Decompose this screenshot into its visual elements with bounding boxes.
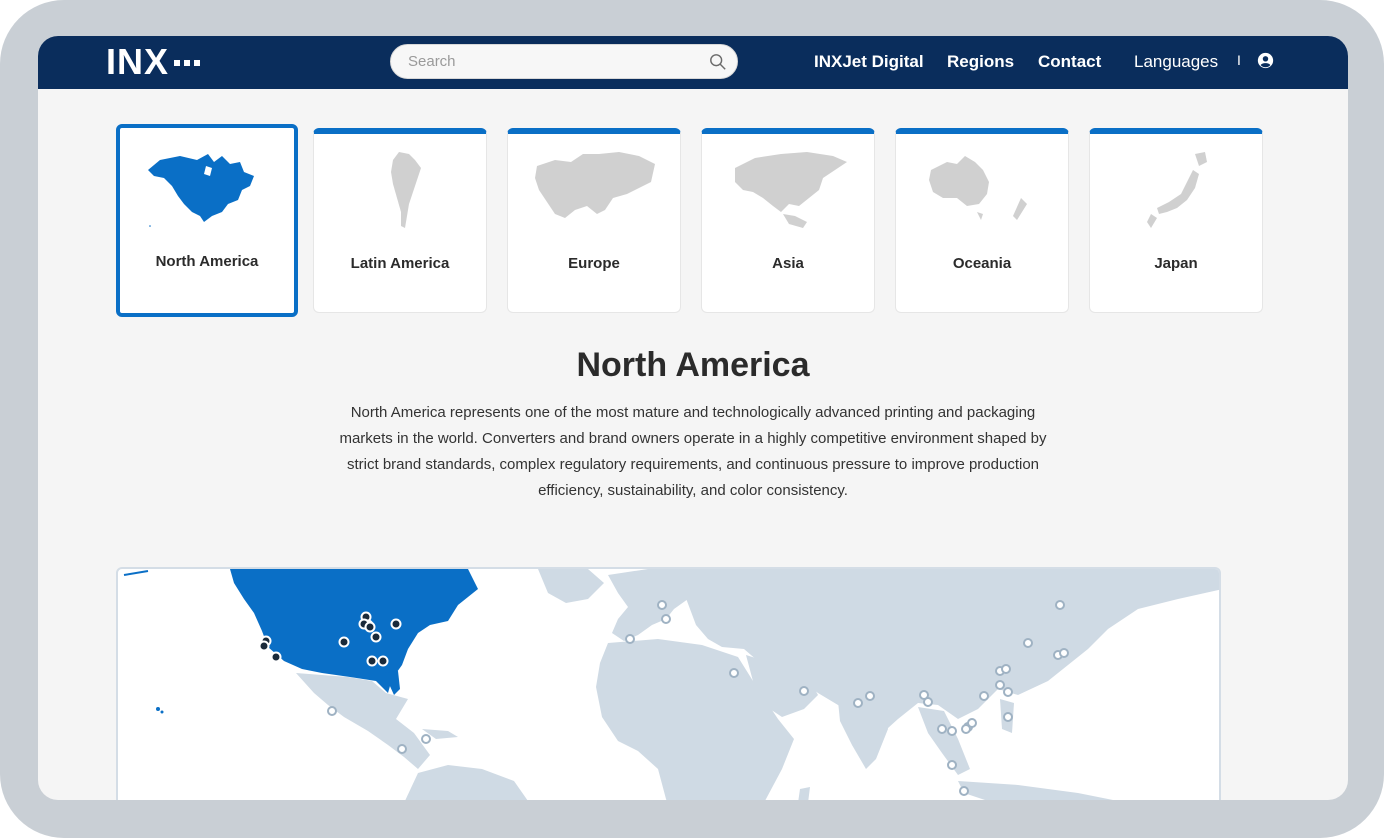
search-icon[interactable] — [709, 53, 727, 71]
north-america-map-icon — [148, 154, 254, 227]
nav-link-contact[interactable]: Contact — [1038, 52, 1101, 72]
top-navbar: INX INXJet Digital Regions Contact Langu… — [38, 36, 1348, 89]
nav-link-languages[interactable]: Languages — [1134, 52, 1218, 72]
search-input[interactable] — [408, 45, 698, 78]
latin-america-map-icon — [391, 152, 421, 228]
europe-map-icon — [535, 152, 655, 218]
world-map[interactable] — [116, 567, 1221, 800]
region-title: North America — [576, 346, 810, 384]
asia-map-icon — [735, 152, 847, 228]
world-map-svg — [123, 569, 1219, 800]
device-frame: INX INXJet Digital Regions Contact Langu… — [0, 0, 1384, 838]
oceania-map-icon — [929, 156, 1027, 220]
region-card-label: Europe — [568, 255, 620, 272]
nav-link-regions[interactable]: Regions — [947, 52, 1014, 72]
browser-viewport: INX INXJet Digital Regions Contact Langu… — [38, 36, 1348, 800]
region-card-label: Latin America — [350, 255, 450, 272]
region-card-japan[interactable]: Japan — [1089, 128, 1263, 313]
search-box — [390, 44, 738, 79]
logo-dots-icon — [174, 60, 201, 66]
region-card-label: Japan — [1154, 255, 1198, 272]
region-card-asia[interactable]: Asia — [701, 128, 875, 313]
inx-logo[interactable]: INX — [106, 41, 201, 83]
region-card-label: Asia — [772, 255, 804, 272]
region-card-latin-america[interactable]: Latin America — [313, 128, 487, 313]
region-card-europe[interactable]: Europe — [507, 128, 681, 313]
region-card-north-america[interactable]: North America — [116, 124, 298, 317]
region-card-oceania[interactable]: Oceania — [895, 128, 1069, 313]
user-circle-icon[interactable] — [1257, 52, 1274, 69]
nav-link-inxjet-digital[interactable]: INXJet Digital — [814, 52, 924, 72]
region-card-label: North America — [155, 253, 259, 270]
region-description: North America represents one of the most… — [339, 404, 1047, 499]
japan-map-icon — [1147, 152, 1207, 228]
logo-text: INX — [106, 41, 170, 82]
region-card-label: Oceania — [952, 255, 1012, 272]
nav-separator: I — [1237, 52, 1241, 68]
